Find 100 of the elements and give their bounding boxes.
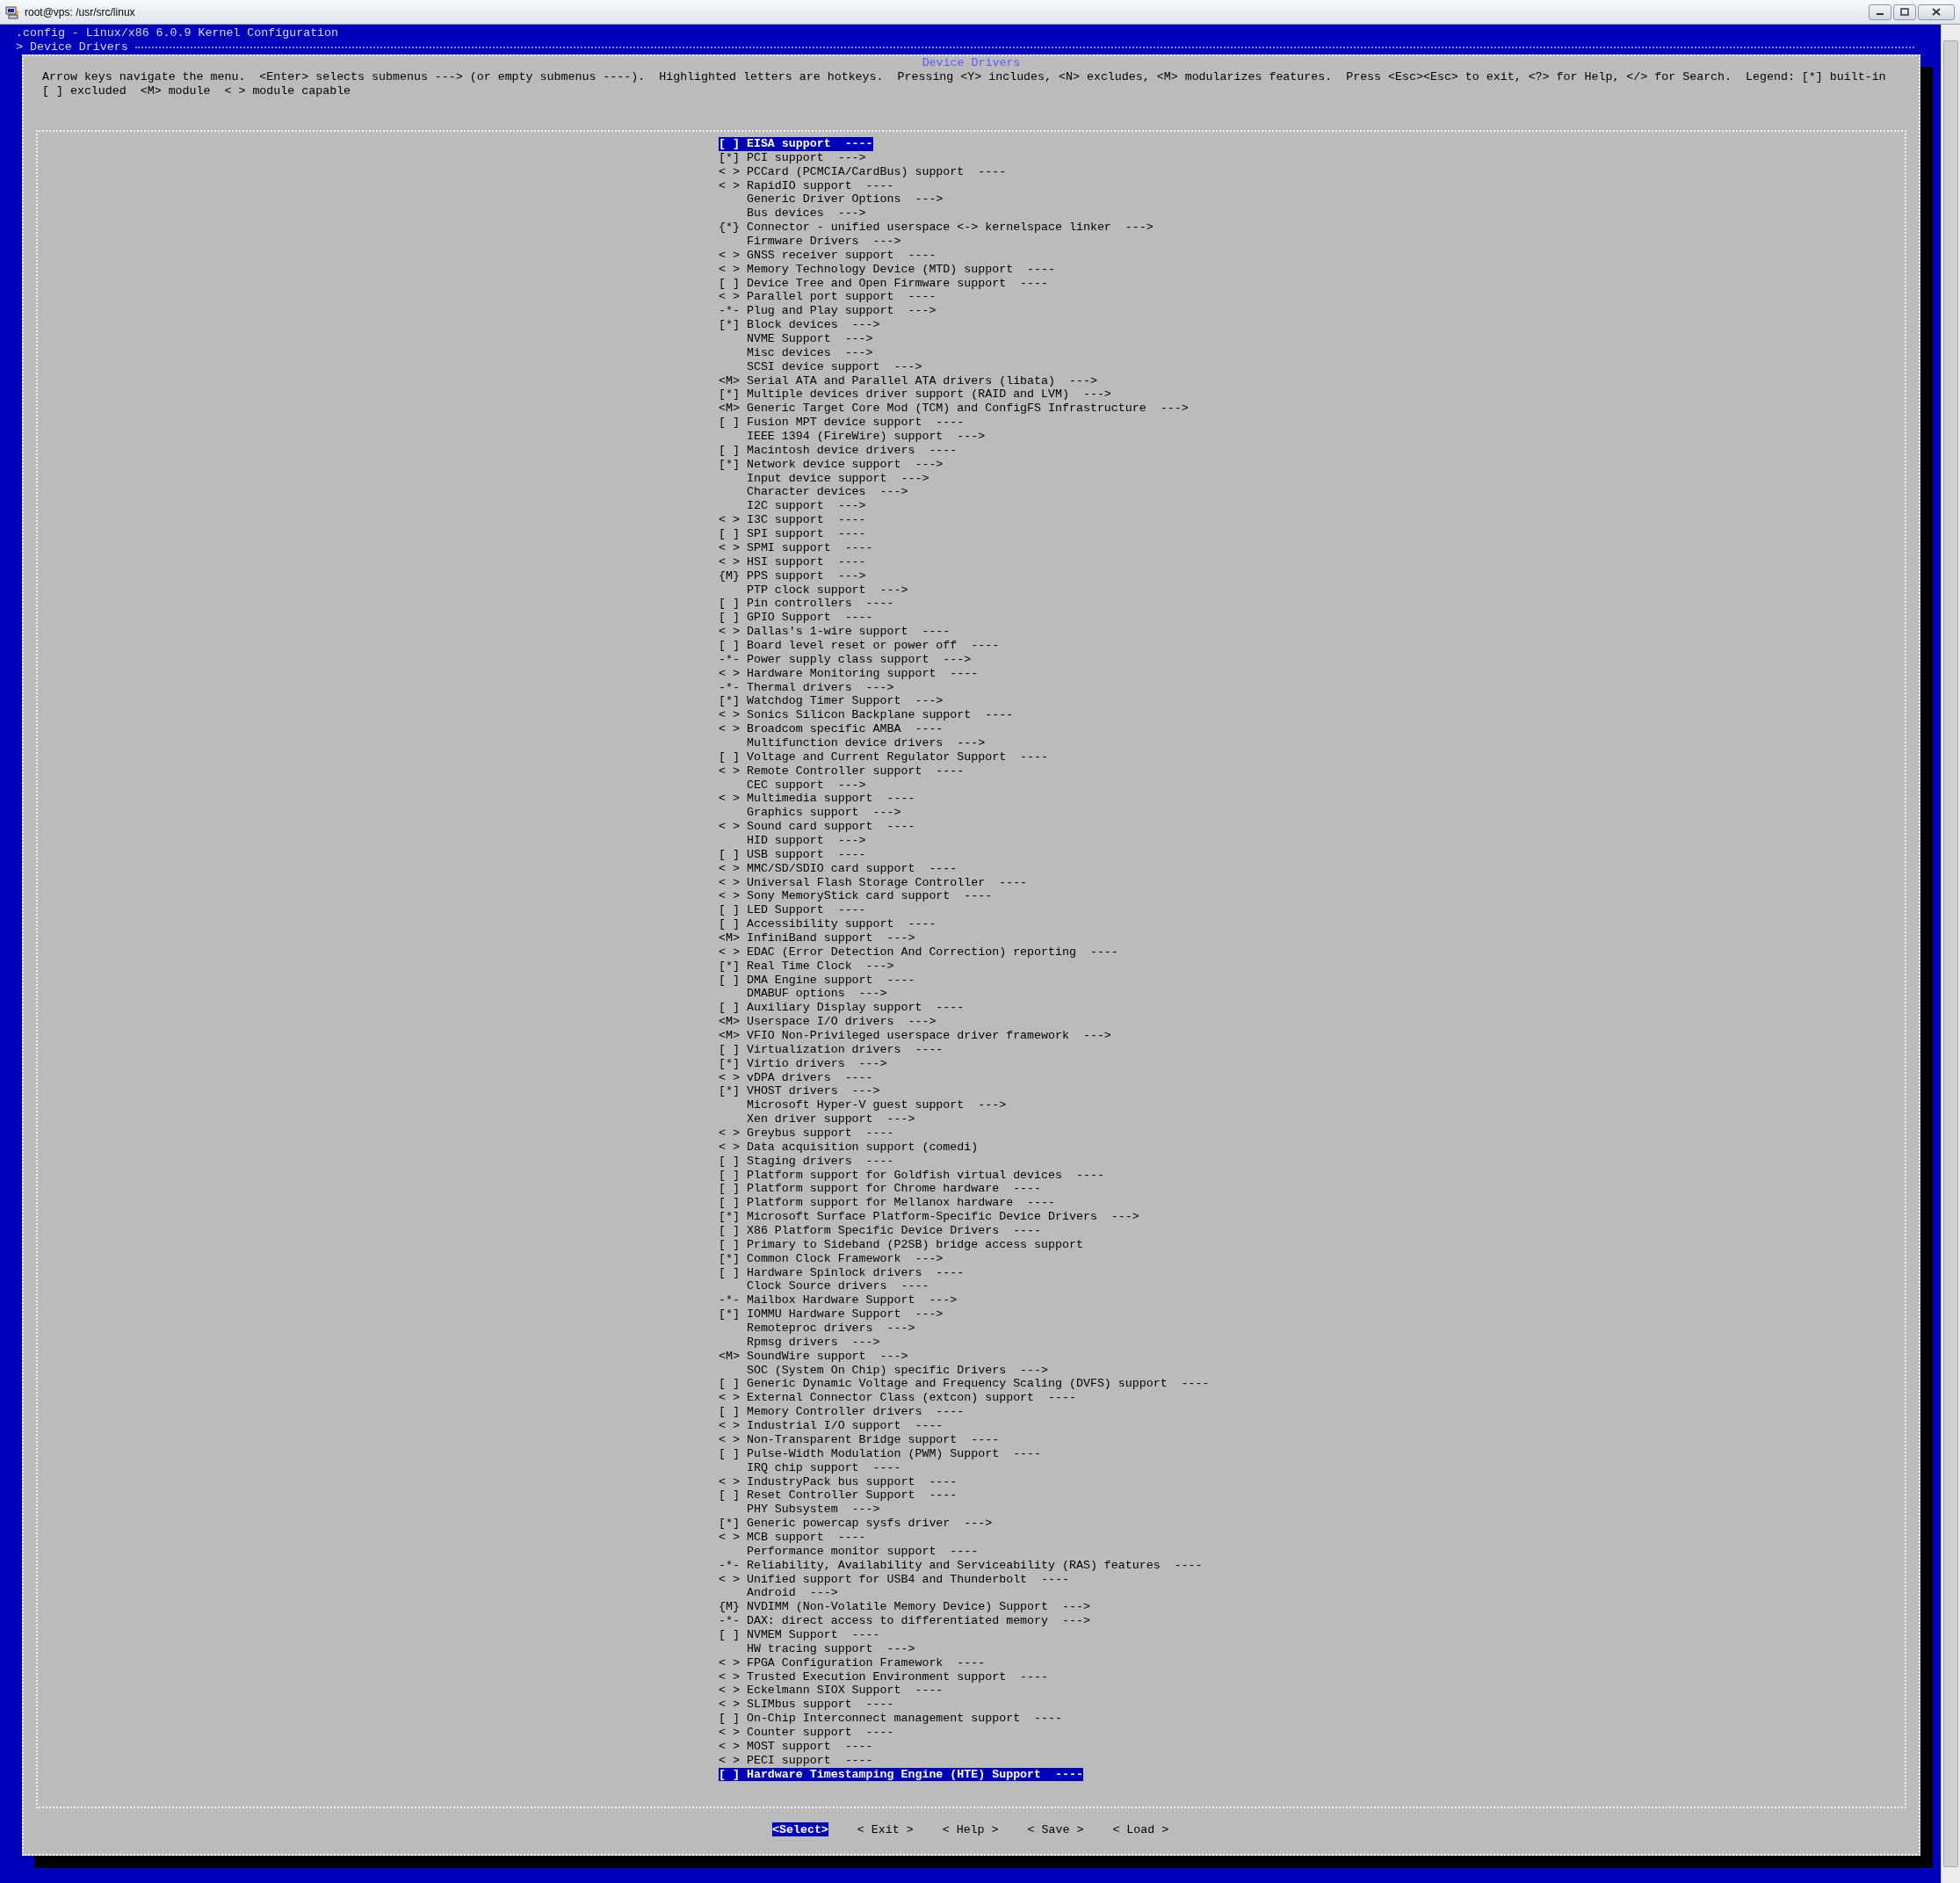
- menu-item[interactable]: [ ] Staging drivers ----: [719, 1154, 894, 1169]
- menu-item[interactable]: [*] Watchdog Timer Support --->: [719, 694, 944, 709]
- menu-item[interactable]: PHY Subsystem --->: [719, 1503, 880, 1517]
- menu-item[interactable]: IRQ chip support ----: [719, 1460, 901, 1475]
- menu-item[interactable]: -*- Plug and Play support --->: [719, 304, 937, 319]
- menu-item[interactable]: < > Sound card support ----: [719, 820, 915, 834]
- menu-item[interactable]: < > MOST support ----: [719, 1739, 873, 1754]
- menu-item[interactable]: {M} NVDIMM (Non-Volatile Memory Device) Support --->: [719, 1600, 1090, 1615]
- menu-item[interactable]: < > I3C support ----: [719, 513, 866, 528]
- menu-item[interactable]: [ ] Macintosh device drivers ----: [719, 443, 958, 458]
- menu-item[interactable]: < > Memory Technology Device (MTD) support ----: [719, 262, 1055, 277]
- menu-item[interactable]: <M> Serial ATA and Parallel ATA drivers (libata) --->: [719, 373, 1097, 388]
- menu-item[interactable]: [ ] EISA support ----: [719, 137, 873, 151]
- menu-item[interactable]: < > MMC/SD/SDIO card support ----: [719, 861, 958, 876]
- menu-item[interactable]: [ ] Voltage and Current Regulator Support ----: [719, 750, 1049, 764]
- menu-item[interactable]: < > Eckelmann SIOX Support ----: [719, 1684, 944, 1698]
- menu-item[interactable]: [ ] Platform support for Mellanox hardware ----: [719, 1196, 1055, 1211]
- menu-item[interactable]: PTP clock support --->: [719, 583, 908, 597]
- menu-item[interactable]: [ ] On-Chip Interconnect management support ----: [719, 1712, 1062, 1726]
- menu-item[interactable]: -*- Power supply class support --->: [719, 652, 972, 667]
- menu-item[interactable]: <M> InfiniBand support --->: [719, 931, 915, 945]
- menu-item[interactable]: [ ] Fusion MPT device support ----: [719, 416, 965, 431]
- menu-item[interactable]: [ ] NVMEM Support ----: [719, 1627, 880, 1642]
- menu-item[interactable]: Android --->: [719, 1586, 838, 1601]
- menu-item[interactable]: < > Data acquisition support (comedi): [719, 1140, 979, 1155]
- menu-item[interactable]: {M} PPS support --->: [719, 569, 866, 583]
- menu-item[interactable]: [*] Block devices --->: [719, 318, 880, 333]
- menu-item[interactable]: Generic Driver Options --->: [719, 192, 944, 207]
- menu-item[interactable]: [ ] GPIO Support ----: [719, 611, 873, 626]
- close-button[interactable]: [1918, 4, 1955, 20]
- menu-item[interactable]: Firmware Drivers --->: [719, 235, 901, 249]
- menu-item[interactable]: [ ] Board level reset or power off ----: [719, 638, 1000, 653]
- menu-item[interactable]: Misc devices --->: [719, 345, 873, 360]
- menu-item[interactable]: < > Trusted Execution Environment support ----: [719, 1669, 1049, 1684]
- menu-item[interactable]: [*] Microsoft Surface Platform-Specific Device Drivers --->: [719, 1210, 1139, 1225]
- menu-item[interactable]: Xen driver support --->: [719, 1112, 915, 1126]
- menu-item[interactable]: Character devices --->: [719, 485, 908, 500]
- menu-item[interactable]: Microsoft Hyper-V guest support --->: [719, 1098, 1007, 1113]
- menu-item[interactable]: < > Universal Flash Storage Controller ----: [719, 875, 1028, 890]
- dialog-button[interactable]: <Select>: [772, 1822, 828, 1836]
- menu-item[interactable]: -*- Thermal drivers --->: [719, 680, 894, 695]
- menu-item[interactable]: [*] IOMMU Hardware Support --->: [719, 1307, 944, 1322]
- menu-item[interactable]: [ ] Platform support for Chrome hardware ----: [719, 1182, 1042, 1197]
- menu-item[interactable]: [ ] Device Tree and Open Firmware support ----: [719, 276, 1049, 291]
- menu-item[interactable]: [*] Real Time Clock --->: [719, 959, 894, 974]
- menu-item[interactable]: HW tracing support --->: [719, 1641, 915, 1656]
- menu-item[interactable]: [ ] Primary to Sideband (P2SB) bridge access support: [719, 1237, 1083, 1252]
- menu-item[interactable]: -*- Mailbox Hardware Support --->: [719, 1293, 958, 1308]
- maximize-button[interactable]: [1893, 4, 1916, 20]
- menu-item[interactable]: < > Industrial I/O support ----: [719, 1419, 944, 1433]
- menu-item[interactable]: SOC (System On Chip) specific Drivers --->: [719, 1363, 1049, 1378]
- menu-item[interactable]: [*] VHOST drivers --->: [719, 1084, 880, 1099]
- menu-item[interactable]: < > Hardware Monitoring support ----: [719, 666, 979, 681]
- menu-item[interactable]: -*- DAX: direct access to differentiated memory --->: [719, 1614, 1090, 1628]
- menu-item[interactable]: [*] Multiple devices driver support (RAID and LVM) --->: [719, 387, 1111, 402]
- menu-item[interactable]: < > External Connector Class (extcon) support ----: [719, 1391, 1076, 1406]
- menu-item[interactable]: [ ] Virtualization drivers ----: [719, 1042, 944, 1057]
- menu-item[interactable]: Multifunction device drivers --->: [719, 735, 986, 750]
- menu-item[interactable]: < > HSI support ----: [719, 554, 866, 569]
- menu-item[interactable]: [ ] Hardware Spinlock drivers ----: [719, 1265, 965, 1280]
- menu-item[interactable]: Clock Source drivers ----: [719, 1279, 929, 1294]
- menu-item[interactable]: [*] Virtio drivers --->: [719, 1056, 887, 1071]
- menu-item[interactable]: < > GNSS receiver support ----: [719, 248, 937, 263]
- menu-item[interactable]: [*] Network device support --->: [719, 457, 944, 472]
- menu-item[interactable]: < > vDPA drivers ----: [719, 1070, 873, 1085]
- menu-item[interactable]: < > Greybus support ----: [719, 1126, 894, 1141]
- menu-item[interactable]: [ ] USB support ----: [719, 847, 866, 862]
- menu-item[interactable]: < > FPGA Configuration Framework ----: [719, 1655, 986, 1670]
- menu-item[interactable]: -*- Reliability, Availability and Serviceability (RAS) features ----: [719, 1558, 1203, 1573]
- menu-item[interactable]: NVME Support --->: [719, 332, 873, 346]
- menu-item[interactable]: < > Remote Controller support ----: [719, 764, 965, 779]
- menu-item[interactable]: < > IndustryPack bus support ----: [719, 1474, 958, 1489]
- menu-item[interactable]: [ ] Auxiliary Display support ----: [719, 1001, 965, 1016]
- menu-item[interactable]: [*] Generic powercap sysfs driver --->: [719, 1517, 993, 1531]
- menu-item[interactable]: < > SLIMbus support ----: [719, 1698, 894, 1713]
- menu-item[interactable]: I2C support --->: [719, 499, 866, 514]
- menu-item[interactable]: DMABUF options --->: [719, 987, 887, 1002]
- menu-item[interactable]: <M> Userspace I/O drivers --->: [719, 1015, 937, 1029]
- menu-item[interactable]: < > Sonics Silicon Backplane support ----: [719, 708, 1014, 723]
- menu-item[interactable]: < > Counter support ----: [719, 1725, 894, 1740]
- menu-item[interactable]: < > Dallas's 1-wire support ----: [719, 625, 951, 639]
- menu-item[interactable]: < > PECI support ----: [719, 1753, 873, 1768]
- menu-item[interactable]: HID support --->: [719, 833, 866, 848]
- menu-item[interactable]: <M> Generic Target Core Mod (TCM) and ConfigFS Infrastructure --->: [719, 402, 1189, 416]
- menu-item[interactable]: < > PCCard (PCMCIA/CardBus) support ----: [719, 164, 1007, 179]
- menu-item[interactable]: Remoteproc drivers --->: [719, 1322, 915, 1336]
- menu-item[interactable]: < > Broadcom specific AMBA ----: [719, 722, 944, 736]
- menu-item[interactable]: [*] PCI support --->: [719, 150, 866, 165]
- menu-item[interactable]: [ ] Pin controllers ----: [719, 597, 894, 612]
- menu-item[interactable]: < > SPMI support ----: [719, 540, 873, 555]
- menu-item[interactable]: [ ] Platform support for Goldfish virtual devices ----: [719, 1168, 1104, 1183]
- menu-item[interactable]: [ ] Reset Controller Support ----: [719, 1488, 958, 1503]
- menu-item[interactable]: SCSI device support --->: [719, 359, 922, 374]
- menu-item[interactable]: <M> VFIO Non-Privileged userspace driver framework --->: [719, 1029, 1111, 1043]
- menu-item[interactable]: < > Sony MemoryStick card support ----: [719, 889, 993, 904]
- menu-item[interactable]: < > Unified support for USB4 and Thunderbolt ----: [719, 1572, 1069, 1587]
- menu-item[interactable]: < > Parallel port support ----: [719, 290, 937, 305]
- menu-item[interactable]: < > EDAC (Error Detection And Correction) reporting ----: [719, 945, 1118, 960]
- menu-item[interactable]: [ ] SPI support ----: [719, 527, 866, 541]
- menu-item[interactable]: <M> SoundWire support --->: [719, 1349, 908, 1364]
